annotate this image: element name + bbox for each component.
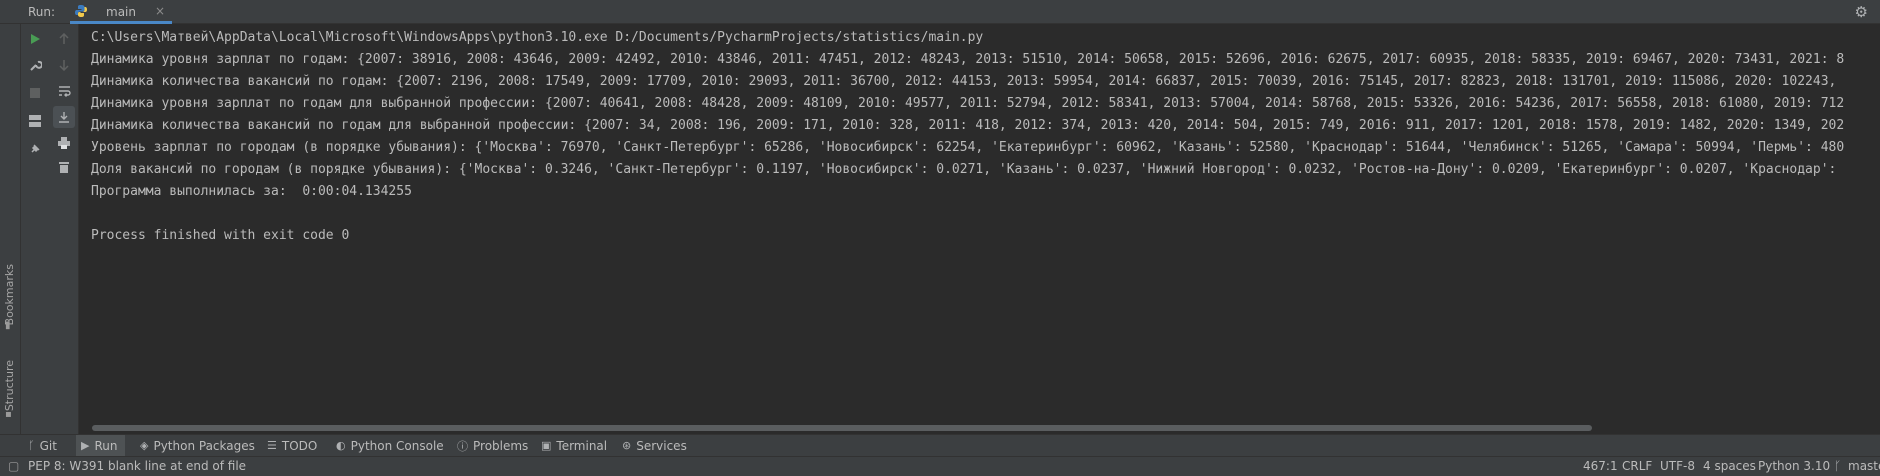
python-console-icon: ◐	[336, 439, 346, 452]
rerun-button[interactable]	[24, 28, 46, 50]
todo-icon: ☰	[267, 439, 277, 452]
line-separator[interactable]: CRLF	[1622, 459, 1652, 473]
soft-wrap-button[interactable]	[53, 80, 75, 102]
run-toolbar-primary	[21, 24, 49, 434]
pin-tab-button[interactable]	[24, 138, 46, 160]
status-message[interactable]: PEP 8: W391 blank line at end of file	[28, 459, 246, 473]
caret-position[interactable]: 467:1	[1583, 459, 1618, 473]
scroll-down-button[interactable]	[53, 54, 75, 76]
gear-icon[interactable]: ⚙	[1855, 3, 1868, 21]
problems-icon: ⓘ	[457, 439, 468, 453]
edit-configuration-button[interactable]	[24, 54, 46, 76]
python-interpreter[interactable]: Python 3.10	[1758, 459, 1830, 473]
services-icon: ⊛	[622, 439, 632, 452]
structure-icon: ▪	[5, 409, 12, 420]
console-line: C:\Users\Матвей\AppData\Local\Microsoft\…	[91, 30, 984, 45]
file-encoding[interactable]: UTF-8	[1660, 459, 1695, 473]
tab-python-console[interactable]: ◐ Python Console	[336, 435, 444, 456]
run-tab-main[interactable]: main ×	[70, 0, 172, 24]
tab-run[interactable]: ▶ Run	[76, 435, 126, 456]
tool-window-tabs: ᚴ Git ▶ Run ◈ Python Packages ☰ TODO ◐ Python…	[0, 434, 1880, 456]
console-line: Динамика количества вакансий по годам дл…	[91, 118, 1845, 133]
status-bar: ▢ PEP 8: W391 blank line at end of file …	[0, 456, 1880, 476]
run-icon	[31, 34, 40, 44]
arrow-up-icon	[59, 33, 69, 44]
wrench-icon	[29, 60, 42, 71]
console-line: Process finished with exit code 0	[91, 228, 350, 243]
console-text: C:\Users\Матвей\AppData\Local\Microsoft\…	[91, 27, 1844, 247]
run-tab-label: main	[106, 5, 136, 19]
left-tool-stripe: Bookmarks ▮ Structure ▪	[0, 24, 21, 434]
stripe-tab-structure[interactable]: Structure	[3, 360, 16, 411]
python-file-icon	[75, 5, 87, 17]
tab-python-packages[interactable]: ◈ Python Packages	[140, 435, 255, 456]
terminal-icon: ▣	[541, 439, 552, 452]
clear-all-button[interactable]	[53, 156, 75, 178]
tab-problems[interactable]: ⓘ Problems	[457, 435, 528, 456]
tab-todo[interactable]: ☰ TODO	[267, 435, 317, 456]
layout-button[interactable]	[24, 110, 46, 132]
console-line: Динамика уровня зарплат по годам: {2007:…	[91, 52, 1845, 67]
print-button[interactable]	[53, 132, 75, 154]
tab-terminal[interactable]: ▣ Terminal	[541, 435, 607, 456]
console-output[interactable]: C:\Users\Матвей\AppData\Local\Microsoft\…	[79, 24, 1880, 434]
horizontal-scrollbar[interactable]	[92, 425, 1592, 431]
git-branch-icon: ᚴ	[28, 439, 35, 452]
bookmark-icon: ▮	[5, 320, 11, 331]
indent-setting[interactable]: 4 spaces	[1703, 459, 1756, 473]
console-line: Программа выполнилась за: 0:00:04.134255	[91, 184, 412, 199]
run-icon: ▶	[81, 439, 90, 452]
stop-icon	[30, 88, 40, 98]
console-line: Динамика уровня зарплат по годам для выб…	[91, 96, 1845, 111]
console-line: Динамика количества вакансий по годам: {…	[91, 74, 1837, 89]
tab-services[interactable]: ⊛ Services	[622, 435, 687, 456]
soft-wrap-icon	[58, 86, 71, 97]
status-bar-toggle-icon[interactable]: ▢	[8, 459, 19, 473]
arrow-down-icon	[59, 60, 69, 71]
vcs-branch[interactable]: maste	[1848, 459, 1880, 473]
scroll-up-button[interactable]	[53, 28, 75, 50]
trash-icon	[59, 162, 69, 173]
tab-git[interactable]: ᚴ Git	[28, 435, 57, 456]
pin-icon	[31, 144, 40, 153]
print-icon	[58, 137, 70, 149]
vcs-branch-icon: ᚴ	[1834, 459, 1842, 473]
run-label: Run:	[28, 5, 56, 19]
scroll-to-end-button[interactable]	[53, 106, 75, 128]
console-line: Уровень зарплат по городам (в порядке уб…	[91, 140, 1845, 155]
scroll-to-end-icon	[59, 112, 69, 123]
console-line: Доля вакансий по городам (в порядке убыв…	[91, 162, 1837, 177]
stripe-tab-bookmarks[interactable]: Bookmarks	[3, 264, 16, 325]
run-tool-window-header: Run: main × ⚙	[0, 0, 1880, 24]
stop-button[interactable]	[24, 82, 46, 104]
close-icon[interactable]: ×	[155, 4, 165, 18]
layout-icon	[29, 115, 41, 127]
packages-icon: ◈	[140, 439, 149, 452]
run-toolbar-secondary	[49, 24, 79, 434]
